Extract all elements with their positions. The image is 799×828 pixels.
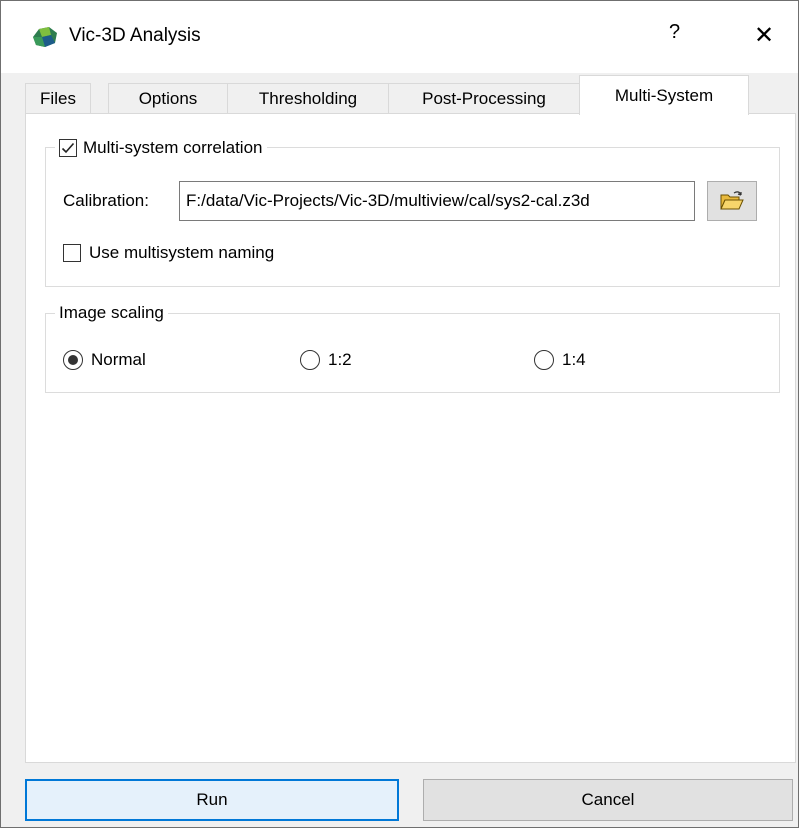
image-scaling-legend: Image scaling (55, 301, 168, 325)
title-bar[interactable]: Vic-3D Analysis ? ✕ (1, 1, 798, 73)
run-button[interactable]: Run (25, 779, 399, 821)
radio-label: Normal (91, 350, 146, 369)
tab-thresholding[interactable]: Thresholding (227, 83, 389, 114)
calibration-label: Calibration: (63, 191, 149, 210)
multi-system-legend: Multi-system correlation (55, 135, 267, 161)
calibration-field[interactable]: F:/data/Vic-Projects/Vic-3D/multiview/ca… (179, 181, 695, 221)
tab-post-processing[interactable]: Post-Processing (388, 83, 580, 114)
close-button[interactable]: ✕ (754, 21, 774, 50)
image-scaling-label: Image scaling (59, 303, 164, 322)
browse-button[interactable] (707, 181, 757, 221)
tab-label: Files (40, 89, 76, 108)
scaling-option-normal[interactable]: Normal (63, 350, 146, 370)
scaling-option-1-4[interactable]: 1:4 (534, 350, 586, 370)
dialog-window: Vic-3D Analysis ? ✕ Files Options Thresh… (0, 0, 799, 828)
checkmark-icon (61, 142, 75, 154)
tab-multi-system[interactable]: Multi-System (579, 75, 749, 115)
scaling-option-1-2[interactable]: 1:2 (300, 350, 352, 370)
multi-system-label: Multi-system correlation (83, 138, 263, 157)
cancel-button[interactable]: Cancel (423, 779, 793, 821)
help-button[interactable]: ? (669, 21, 680, 44)
tab-label: Multi-System (614, 85, 714, 105)
naming-checkbox[interactable] (63, 244, 81, 262)
naming-option[interactable]: Use multisystem naming (63, 243, 274, 263)
multi-system-checkbox[interactable] (59, 139, 77, 157)
tab-label: Options (138, 89, 198, 108)
window-title: Vic-3D Analysis (69, 25, 201, 46)
tab-label: Post-Processing (422, 89, 546, 108)
run-label: Run (196, 790, 228, 809)
radio-label: 1:2 (328, 350, 352, 369)
app-icon (33, 27, 57, 47)
radio-1-4[interactable] (534, 350, 554, 370)
cancel-label: Cancel (581, 790, 635, 809)
naming-label: Use multisystem naming (89, 243, 275, 262)
radio-1-2[interactable] (300, 350, 320, 370)
folder-open-icon (720, 191, 744, 210)
radio-normal[interactable] (63, 350, 83, 370)
tab-label: Thresholding (258, 89, 358, 108)
image-scaling-group (45, 313, 780, 393)
tab-options[interactable]: Options (108, 83, 228, 114)
tab-files[interactable]: Files (25, 83, 91, 114)
radio-label: 1:4 (562, 350, 586, 369)
